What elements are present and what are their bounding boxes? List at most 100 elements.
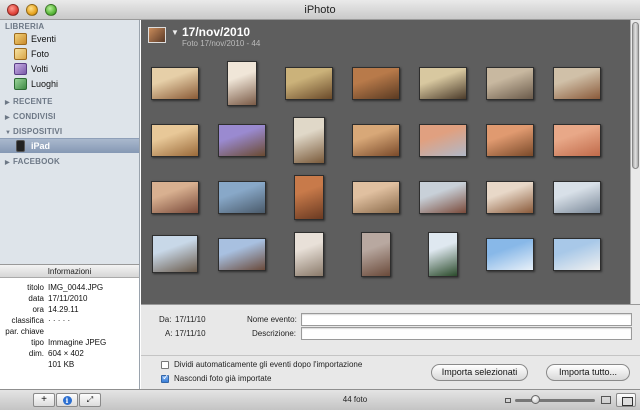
photo-thumbnail[interactable]: [151, 123, 199, 157]
sidebar-item-places[interactable]: Luoghi: [0, 77, 139, 92]
vertical-scrollbar[interactable]: [630, 20, 640, 304]
photo-thumbnail[interactable]: [553, 123, 601, 157]
photo-thumbnail[interactable]: [486, 237, 534, 271]
photo-thumbnail[interactable]: [285, 66, 333, 100]
photo-thumbnail[interactable]: [486, 66, 534, 100]
zoom-slider[interactable]: [515, 399, 595, 402]
sidebar-item-ipad[interactable]: iPad: [0, 138, 139, 153]
disclosure-triangle-icon: ▶: [5, 160, 10, 166]
zoom-in-icon: [601, 396, 611, 404]
hide-imported-label: Nascondi foto già importate: [174, 374, 272, 383]
info-panel: titolo IMG_0044.JPG data 17/11/2010 ora 14.…: [0, 278, 140, 389]
sidebar-header-recent[interactable]: ▶ RECENTE: [5, 97, 53, 106]
disclosure-triangle-icon: ▶: [5, 100, 10, 106]
event-info-form: Da: 17/11/10 A: 17/11/10 Nome evento: De…: [141, 304, 640, 355]
full-screen-mode-button[interactable]: [616, 393, 636, 407]
info-row-keywords[interactable]: par. chiave: [0, 327, 140, 338]
sidebar-item-events[interactable]: Eventi: [0, 32, 139, 47]
sidebar-header-label: DISPOSITIVI: [13, 127, 63, 136]
info-row-title: titolo IMG_0044.JPG: [0, 283, 140, 294]
disclosure-triangle-open-icon: ▼: [5, 130, 12, 136]
photo-thumbnail[interactable]: [419, 123, 467, 157]
photo-thumbnail[interactable]: [553, 180, 601, 214]
rating-stars[interactable]: · · · · ·: [48, 316, 70, 325]
photo-thumbnail[interactable]: [419, 180, 467, 214]
info-row-rating[interactable]: classifica · · · · ·: [0, 316, 140, 327]
hide-imported-checkbox[interactable]: [161, 373, 170, 383]
event-title: 17/nov/2010: [182, 25, 251, 39]
event-key-photo: [148, 27, 166, 43]
ipad-icon: [16, 140, 25, 152]
info-value: Immagine JPEG: [48, 338, 107, 347]
event-name-field[interactable]: [301, 313, 632, 326]
sidebar-header-facebook[interactable]: ▶ FACEBOOK: [5, 157, 60, 166]
info-value: IMG_0044.JPG: [48, 283, 104, 292]
info-button[interactable]: i: [56, 393, 78, 407]
bottom-toolbar: + i ⤢ 44 foto: [0, 389, 640, 410]
add-button[interactable]: +: [33, 393, 55, 407]
sidebar-item-label: Luoghi: [31, 79, 59, 89]
info-key: titolo: [27, 283, 44, 292]
to-date: 17/11/10: [175, 329, 206, 338]
photo-thumbnail[interactable]: [294, 174, 324, 220]
photo-thumbnail[interactable]: [218, 237, 266, 271]
photo-thumbnail[interactable]: [218, 180, 266, 214]
description-field[interactable]: [301, 327, 632, 340]
photo-thumbnail[interactable]: [294, 231, 324, 277]
photo-count: 44 foto: [342, 395, 368, 404]
disclosure-triangle-open-icon[interactable]: ▼: [171, 28, 179, 37]
photo-thumbnail[interactable]: [152, 235, 198, 273]
zoom-slider-knob[interactable]: [531, 395, 540, 404]
photo-thumbnail[interactable]: [151, 180, 199, 214]
sidebar-header-shared[interactable]: ▶ CONDIVISI: [5, 112, 56, 121]
sidebar-item-label: Volti: [31, 64, 49, 74]
info-row-date: data 17/11/2010: [0, 294, 140, 305]
photo-thumbnail[interactable]: [352, 123, 400, 157]
info-row-size: 101 KB: [0, 360, 140, 371]
photo-thumbnail[interactable]: [151, 66, 199, 100]
photo-thumbnail[interactable]: [361, 231, 391, 277]
photo-thumbnail[interactable]: [352, 180, 400, 214]
info-key: dim.: [28, 349, 44, 358]
sidebar-item-photos[interactable]: Foto: [0, 47, 139, 62]
event-subtitle: Foto 17/nov/2010 - 44: [182, 39, 261, 48]
import-options: Dividi automaticamente gli eventi dopo l…: [141, 355, 640, 389]
fullscreen-button[interactable]: ⤢: [79, 393, 101, 407]
info-key: classifica: [11, 316, 44, 325]
sidebar-header-label: CONDIVISI: [13, 112, 56, 121]
info-key: tipo: [31, 338, 44, 347]
info-panel-header[interactable]: Informazioni: [0, 264, 140, 278]
info-value: 17/11/2010: [48, 294, 88, 303]
photos-icon: [14, 48, 27, 60]
info-row-time: ora 14.29.11: [0, 305, 140, 316]
fullscreen-icon: ⤢: [86, 395, 94, 404]
sidebar-header-devices[interactable]: ▼ DISPOSITIVI: [5, 127, 62, 136]
info-key: ora: [32, 305, 44, 314]
photo-thumbnail[interactable]: [553, 237, 601, 271]
import-selected-button[interactable]: Importa selezionati: [431, 364, 528, 381]
photo-thumbnail[interactable]: [419, 66, 467, 100]
photo-thumbnail[interactable]: [486, 180, 534, 214]
events-icon: [14, 33, 27, 45]
photo-thumbnail[interactable]: [352, 66, 400, 100]
sidebar-header-library: LIBRERIA: [5, 22, 45, 31]
info-row-dimensions: dim. 604 × 402: [0, 349, 140, 360]
photo-thumbnail[interactable]: [428, 231, 458, 277]
photo-thumbnail[interactable]: [486, 123, 534, 157]
info-key: data: [28, 294, 44, 303]
import-all-button[interactable]: Importa tutto...: [546, 364, 630, 381]
info-icon: i: [62, 396, 72, 405]
scrollbar-thumb[interactable]: [632, 22, 639, 169]
sidebar-item-label: Eventi: [31, 34, 57, 44]
split-events-checkbox[interactable]: [161, 361, 169, 369]
photo-thumbnail[interactable]: [553, 66, 601, 100]
window-title: iPhoto: [304, 4, 336, 16]
info-value: 604 × 402: [48, 349, 84, 358]
photo-thumbnail[interactable]: [293, 116, 325, 164]
photo-thumbnail[interactable]: [227, 60, 257, 106]
sidebar-header-label: FACEBOOK: [13, 157, 60, 166]
photo-browser: ▼ 17/nov/2010 Foto 17/nov/2010 - 44: [141, 20, 640, 304]
photo-thumbnail[interactable]: [218, 123, 266, 157]
sidebar-item-faces[interactable]: Volti: [0, 62, 139, 77]
split-events-label: Dividi automaticamente gli eventi dopo l…: [174, 360, 363, 369]
